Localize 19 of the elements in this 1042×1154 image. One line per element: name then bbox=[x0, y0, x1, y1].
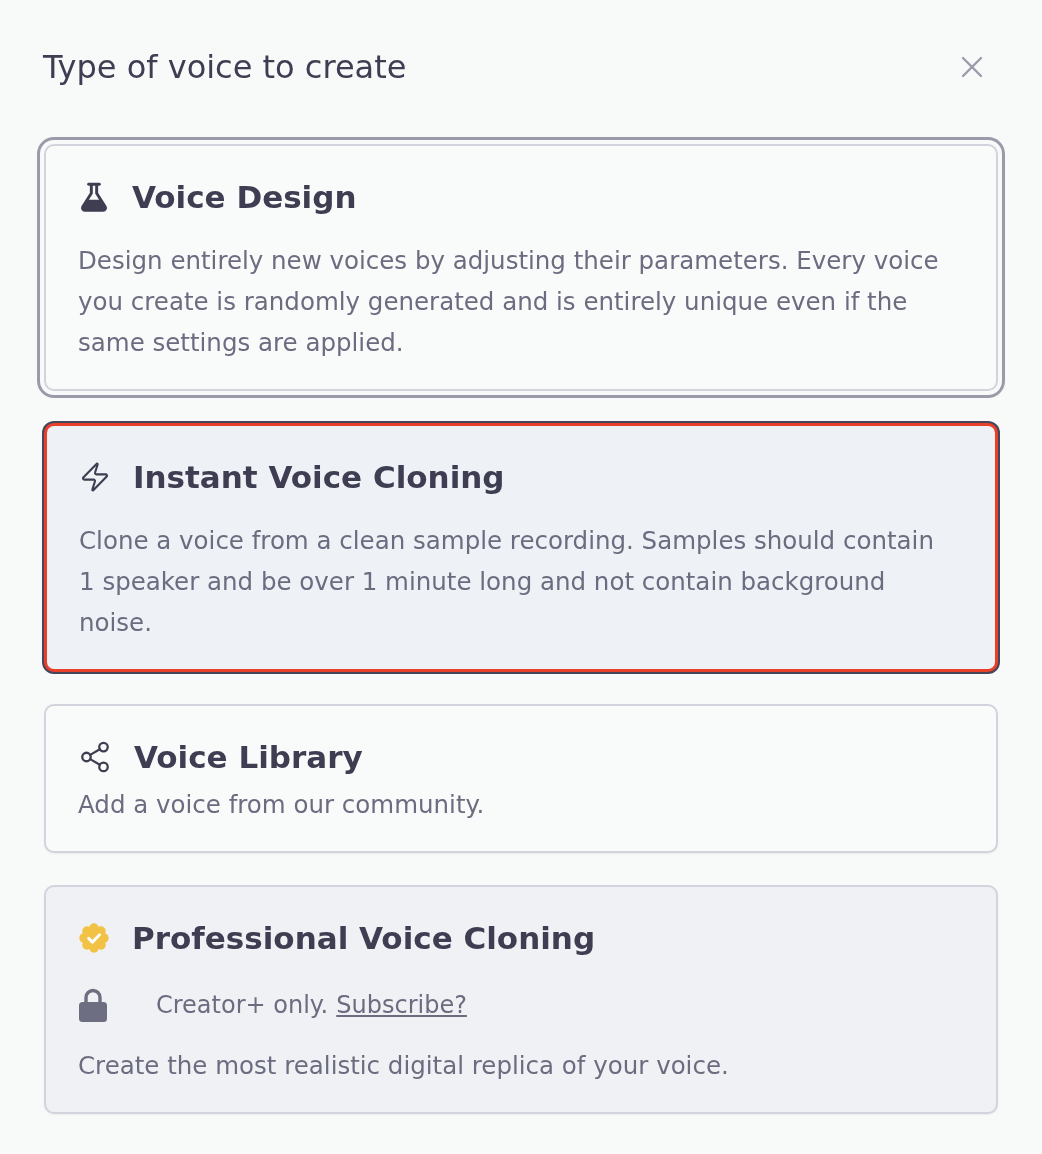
badge-check-icon bbox=[78, 922, 110, 954]
flask-icon bbox=[78, 181, 110, 213]
option-description: Design entirely new voices by adjusting their parameters. Every voice you create is randomly generated and is entirely unique even if the same settings are applied. bbox=[78, 245, 940, 359]
option-description: Add a voice from our community. bbox=[78, 789, 486, 821]
option-title: Voice Design bbox=[132, 178, 357, 217]
option-description: Clone a voice from a clean sample recording. Samples should contain 1 speaker and be over 1 minute long and not contain background noise. bbox=[79, 525, 935, 639]
voice-type-option[interactable]: Professional Voice Cloning Creator+ only. Subscribe? Create the most realistic digital replica of your voice. bbox=[44, 885, 998, 1114]
voice-type-option[interactable]: Instant Voice Cloning Clone a voice from a clean sample recording. Samples should contain 1 speaker and be over 1 minute long and not contain background noise. bbox=[44, 423, 998, 672]
subscribe-link[interactable]: Subscribe? bbox=[336, 988, 467, 1022]
plan-note: Creator+ only. bbox=[156, 990, 329, 1021]
option-title: Professional Voice Cloning bbox=[132, 919, 596, 958]
dialog-title: Type of voice to create bbox=[43, 47, 407, 88]
option-description: Create the most realistic digital replica of your voice. bbox=[78, 1050, 730, 1082]
lock-icon bbox=[78, 987, 108, 1023]
lightning-bolt-icon bbox=[79, 461, 111, 493]
option-title: Instant Voice Cloning bbox=[133, 458, 505, 497]
voice-type-option[interactable]: Voice Library Add a voice from our community. bbox=[44, 704, 998, 853]
share-icon bbox=[78, 740, 112, 774]
option-title: Voice Library bbox=[134, 738, 363, 777]
